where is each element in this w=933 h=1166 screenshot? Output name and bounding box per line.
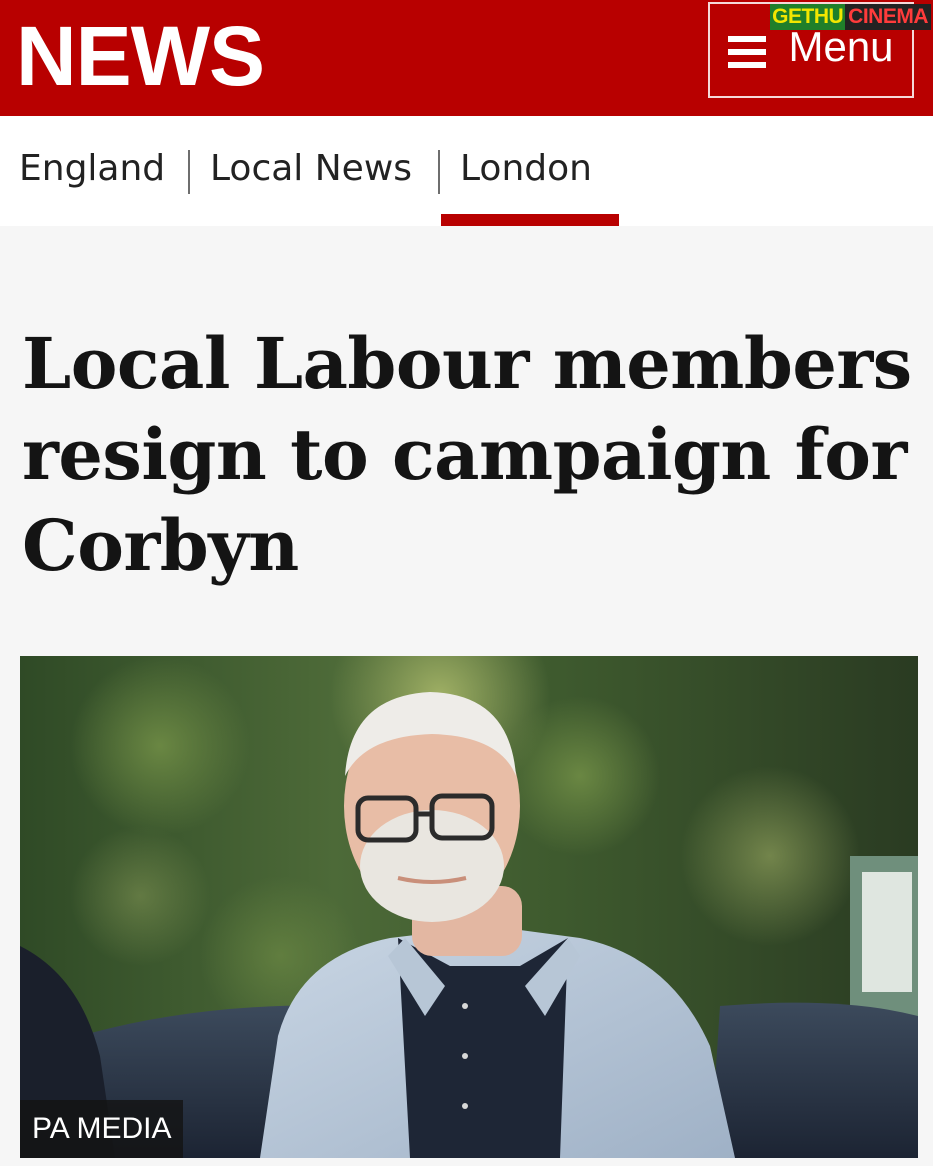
active-tab-indicator xyxy=(441,214,619,226)
watermark-part-a: GETHU xyxy=(770,4,846,30)
article-image: PA MEDIA xyxy=(20,656,918,1158)
breadcrumb-divider xyxy=(438,150,440,194)
breadcrumb-divider xyxy=(188,150,190,194)
article-headline: Local Labour members resign to campaign … xyxy=(22,322,912,587)
watermark-part-b: CINEMA xyxy=(845,4,931,30)
breadcrumb: England Local News London xyxy=(0,116,933,226)
news-logo[interactable]: NEWS xyxy=(16,8,265,104)
article-photo-illustration xyxy=(20,656,918,1158)
menu-label: Menu xyxy=(788,23,894,70)
breadcrumb-item-england[interactable]: England xyxy=(19,146,165,192)
photo-credit: PA MEDIA xyxy=(20,1100,184,1158)
breadcrumb-item-local-news[interactable]: Local News xyxy=(210,146,412,192)
site-header: NEWS Menu GETHU CINEMA xyxy=(0,0,933,116)
hamburger-icon xyxy=(728,36,767,68)
watermark-logo: GETHU CINEMA xyxy=(770,4,931,30)
breadcrumb-item-london[interactable]: London xyxy=(460,146,592,192)
